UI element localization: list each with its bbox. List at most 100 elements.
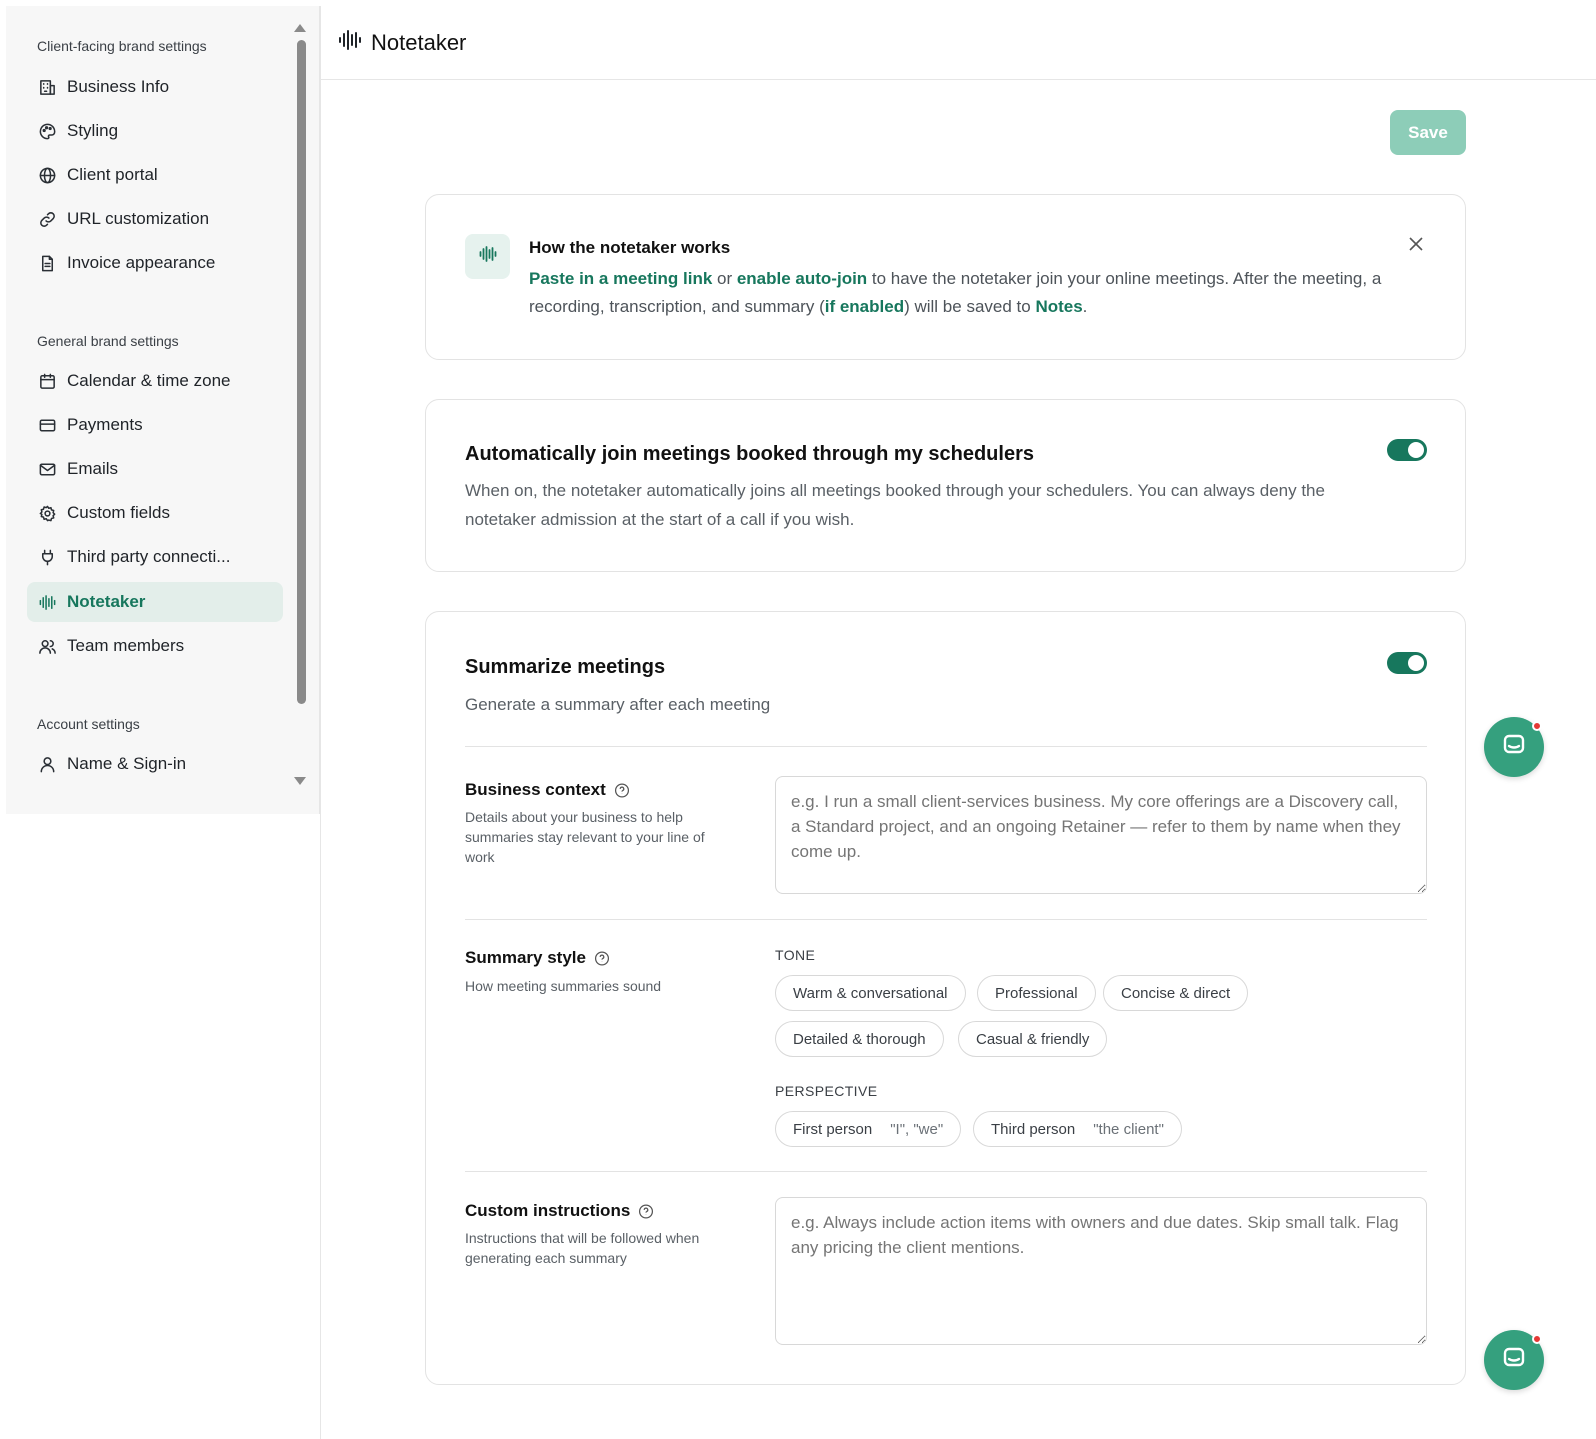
auto-join-toggle[interactable] (1387, 439, 1427, 461)
notification-dot (1532, 721, 1542, 731)
auto-join-title: Automatically join meetings booked throu… (465, 443, 1034, 465)
sidebar-item-label: Calendar & time zone (67, 371, 231, 390)
info-card-text: Paste in a meeting link or enable auto-j… (529, 265, 1409, 321)
sidebar-item-client-portal[interactable]: Client portal (27, 155, 283, 195)
sidebar-item-business-info[interactable]: Business Info (27, 67, 283, 107)
mail-icon (37, 459, 57, 479)
calendar-icon (37, 371, 57, 391)
info-text-part: or (712, 269, 737, 288)
auto-join-description: When on, the notetaker automatically joi… (465, 481, 1325, 529)
business-context-sublabel: Details about your business to help summ… (465, 809, 705, 865)
field-label-text: Business context (465, 780, 606, 799)
paste-meeting-link[interactable]: Paste in a meeting link (529, 269, 712, 288)
sidebar-item-styling[interactable]: Styling (27, 111, 283, 151)
waveform-icon (337, 28, 361, 57)
sidebar-item-label: Client portal (67, 165, 158, 184)
perspective-chip-third-person[interactable]: Third person "the client" (973, 1111, 1182, 1147)
custom-instructions-label: Custom instructions (465, 1201, 654, 1221)
chat-launcher-button[interactable] (1484, 1330, 1544, 1390)
sidebar-item-calendar[interactable]: Calendar & time zone (27, 361, 283, 401)
palette-icon (37, 121, 57, 141)
summarize-description: Generate a summary after each meeting (465, 695, 771, 714)
gear-icon (37, 503, 57, 523)
document-icon (37, 253, 57, 273)
page-header: Notetaker (321, 6, 1596, 80)
waveform-icon (478, 244, 498, 269)
custom-instructions-input[interactable] (775, 1197, 1427, 1345)
chat-icon (1499, 1343, 1529, 1378)
close-icon[interactable] (1407, 235, 1425, 253)
sidebar-item-team-members[interactable]: Team members (27, 626, 283, 666)
summary-style-label: Summary style (465, 948, 610, 968)
sidebar-item-label: Business Info (67, 77, 170, 96)
sidebar-item-label: Invoice appearance (67, 253, 216, 272)
link-icon (37, 209, 57, 229)
info-text-part: . (1082, 297, 1088, 316)
auto-join-card: Automatically join meetings booked throu… (425, 399, 1466, 572)
summary-style-sublabel: How meeting summaries sound (465, 978, 662, 994)
summarize-card: Summarize meetings Generate a summary af… (425, 611, 1466, 1385)
business-context-label: Business context (465, 780, 630, 800)
divider (465, 746, 1427, 747)
tone-chip[interactable]: Casual & friendly (958, 1021, 1108, 1057)
scroll-down-arrow[interactable] (294, 777, 306, 785)
sidebar-item-payments[interactable]: Payments (27, 405, 283, 445)
sidebar-item-label: Emails (67, 459, 119, 478)
chip-hint: "the client" (1093, 1120, 1164, 1138)
divider (465, 1171, 1427, 1172)
tone-label: TONE (775, 947, 816, 963)
sidebar-item-emails[interactable]: Emails (27, 449, 283, 489)
sidebar-item-label: Team members (67, 636, 185, 655)
notification-dot (1532, 1334, 1542, 1344)
perspective-chip-first-person[interactable]: First person "I", "we" (775, 1111, 962, 1147)
sidebar-item-url-customization[interactable]: URL customization (27, 199, 283, 239)
sidebar-item-third-party[interactable]: Third party connecti... (27, 537, 283, 577)
chip-label: Third person (991, 1120, 1076, 1138)
summarize-title: Summarize meetings (465, 656, 666, 678)
info-text-part: ) will be saved to (904, 297, 1036, 316)
field-label-text: Summary style (465, 948, 586, 967)
plug-icon (37, 547, 57, 567)
sidebar-item-label: Styling (67, 121, 119, 140)
building-icon (37, 77, 57, 97)
field-label-text: Custom instructions (465, 1201, 631, 1220)
enable-auto-join-link[interactable]: enable auto-join (737, 269, 867, 288)
sidebar-item-label: Third party connecti... (67, 547, 231, 566)
globe-icon (37, 165, 57, 185)
toggle-knob (1408, 442, 1424, 458)
info-icon-box (465, 234, 510, 279)
tone-chip[interactable]: Warm & conversational (775, 975, 966, 1011)
scroll-up-arrow[interactable] (294, 24, 306, 32)
if-enabled-link[interactable]: if enabled (825, 297, 904, 316)
sidebar-item-custom-fields[interactable]: Custom fields (27, 493, 283, 533)
toggle-knob (1408, 655, 1424, 671)
business-context-input[interactable] (775, 776, 1427, 894)
sidebar-item-notetaker[interactable]: Notetaker (27, 582, 283, 622)
tone-chip[interactable]: Concise & direct (1103, 975, 1249, 1011)
sidebar-item-name-signin[interactable]: Name & Sign-in (27, 744, 283, 784)
sidebar-scrollbar-thumb[interactable] (297, 40, 306, 704)
tone-chip[interactable]: Detailed & thorough (775, 1021, 944, 1057)
divider (465, 919, 1427, 920)
sidebar-item-label: Name & Sign-in (67, 754, 187, 773)
sidebar-item-invoice-appearance[interactable]: Invoice appearance (27, 243, 283, 283)
tone-chip[interactable]: Professional (977, 975, 1096, 1011)
chat-icon (1499, 730, 1529, 765)
page-title: Notetaker (371, 29, 467, 55)
sidebar-item-label: URL customization (67, 209, 210, 228)
chip-label: First person (793, 1120, 873, 1138)
sidebar-item-label: Payments (67, 415, 143, 434)
summarize-toggle[interactable] (1387, 652, 1427, 674)
user-icon (37, 754, 57, 774)
help-icon[interactable] (594, 950, 610, 966)
perspective-label: PERSPECTIVE (775, 1083, 878, 1099)
help-icon[interactable] (638, 1203, 654, 1219)
waveform-icon (37, 592, 57, 612)
notes-link[interactable]: Notes (1035, 297, 1082, 316)
save-button[interactable]: Save (1390, 110, 1466, 155)
info-card-title: How the notetaker works (529, 238, 731, 257)
help-icon[interactable] (614, 782, 630, 798)
section-title-general: General brand settings (37, 333, 179, 349)
chat-launcher-button[interactable] (1484, 717, 1544, 777)
sidebar-item-label: Custom fields (67, 503, 170, 522)
